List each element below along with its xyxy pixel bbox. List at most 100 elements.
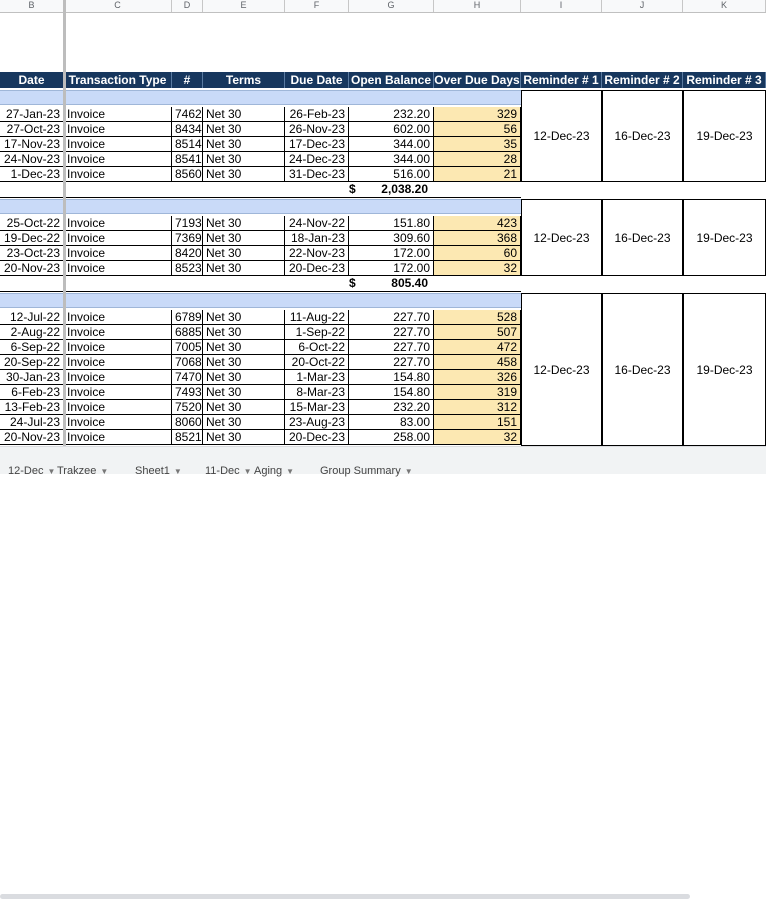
sheet-tab[interactable]: 11-Dec ▼ [205,465,252,477]
table-cell[interactable]: 344.00 [349,152,434,167]
table-cell[interactable]: 227.70 [349,340,434,355]
table-cell[interactable]: 32 [434,430,521,445]
table-cell[interactable]: 258.00 [349,430,434,445]
table-cell[interactable]: 20-Dec-23 [285,430,349,445]
table-cell[interactable]: 7005 [172,340,203,355]
table-cell[interactable]: 24-Dec-23 [285,152,349,167]
table-cell[interactable]: 7462 [172,107,203,122]
table-cell[interactable]: 227.70 [349,325,434,340]
table-cell[interactable]: 23-Oct-23 [0,246,64,261]
table-cell[interactable]: 20-Oct-22 [285,355,349,370]
table-cell[interactable]: Net 30 [203,385,285,400]
table-cell[interactable]: Invoice [64,231,172,246]
table-cell[interactable]: 1-Sep-22 [285,325,349,340]
table-cell[interactable]: 232.20 [349,107,434,122]
table-cell[interactable]: 7068 [172,355,203,370]
table-cell[interactable]: Net 30 [203,167,285,182]
table-cell[interactable]: Invoice [64,107,172,122]
table-cell[interactable]: 20-Sep-22 [0,355,64,370]
table-cell[interactable]: 60 [434,246,521,261]
column-letter[interactable]: C [64,0,172,12]
table-cell[interactable]: 20-Dec-23 [285,261,349,276]
table-cell[interactable]: Net 30 [203,152,285,167]
table-cell[interactable]: Invoice [64,370,172,385]
column-letter[interactable]: D [172,0,203,12]
table-cell[interactable]: 28 [434,152,521,167]
table-cell[interactable]: 11-Aug-22 [285,310,349,325]
table-cell[interactable]: 151.80 [349,216,434,231]
column-letter[interactable]: E [203,0,285,12]
table-cell[interactable]: 32 [434,261,521,276]
table-cell[interactable]: Net 30 [203,400,285,415]
table-cell[interactable]: 319 [434,385,521,400]
table-cell[interactable]: 458 [434,355,521,370]
table-cell[interactable]: Net 30 [203,370,285,385]
table-cell[interactable]: 368 [434,231,521,246]
column-header[interactable]: Reminder # 2 [602,72,683,88]
table-cell[interactable]: 7193 [172,216,203,231]
reminder-date-cell[interactable]: 16-Dec-23 [602,293,683,446]
table-cell[interactable]: 26-Feb-23 [285,107,349,122]
table-cell[interactable]: 24-Nov-23 [0,152,64,167]
table-cell[interactable]: 8521 [172,430,203,445]
table-cell[interactable]: 602.00 [349,122,434,137]
table-cell[interactable]: 154.80 [349,370,434,385]
table-cell[interactable]: Invoice [64,261,172,276]
table-cell[interactable]: 326 [434,370,521,385]
column-header[interactable]: Date [0,72,64,88]
column-header[interactable]: Transaction Type [64,72,172,88]
table-cell[interactable]: 7493 [172,385,203,400]
column-letter[interactable]: F [285,0,349,12]
table-cell[interactable]: Invoice [64,122,172,137]
horizontal-scrollbar[interactable] [0,894,690,899]
table-cell[interactable]: 2-Aug-22 [0,325,64,340]
table-cell[interactable]: 27-Oct-23 [0,122,64,137]
table-cell[interactable]: 227.70 [349,310,434,325]
table-cell[interactable]: 8560 [172,167,203,182]
sheet-tab[interactable]: Trakzee ▼ [57,465,108,477]
table-cell[interactable]: 172.00 [349,246,434,261]
table-cell[interactable]: Invoice [64,167,172,182]
table-cell[interactable]: Invoice [64,355,172,370]
column-header[interactable]: Reminder # 1 [521,72,602,88]
group-total-amount[interactable]: 2,038.20 [349,182,432,197]
table-cell[interactable]: 12-Jul-22 [0,310,64,325]
table-cell[interactable]: Net 30 [203,340,285,355]
table-cell[interactable]: 13-Feb-23 [0,400,64,415]
sheet-tab[interactable]: Aging ▼ [254,465,294,477]
reminder-date-cell[interactable]: 12-Dec-23 [521,90,602,182]
table-cell[interactable]: Invoice [64,246,172,261]
reminder-date-cell[interactable]: 16-Dec-23 [602,199,683,276]
table-cell[interactable]: 24-Jul-23 [0,415,64,430]
table-cell[interactable]: 83.00 [349,415,434,430]
sheet-tab[interactable]: Sheet1 ▼ [135,465,182,477]
table-cell[interactable]: 507 [434,325,521,340]
table-cell[interactable]: 56 [434,122,521,137]
table-cell[interactable]: 22-Nov-23 [285,246,349,261]
table-cell[interactable]: 19-Dec-22 [0,231,64,246]
column-header[interactable]: Due Date [285,72,349,88]
table-cell[interactable]: 24-Nov-22 [285,216,349,231]
column-header[interactable]: Open Balance [349,72,434,88]
table-cell[interactable]: 6789 [172,310,203,325]
table-cell[interactable]: 20-Nov-23 [0,261,64,276]
table-cell[interactable]: Invoice [64,340,172,355]
table-cell[interactable]: Net 30 [203,415,285,430]
table-cell[interactable]: 35 [434,137,521,152]
column-letter[interactable]: H [434,0,521,12]
table-cell[interactable]: 309.60 [349,231,434,246]
table-cell[interactable]: Net 30 [203,261,285,276]
table-cell[interactable]: 528 [434,310,521,325]
column-letter[interactable]: G [349,0,434,12]
column-header[interactable]: Terms [203,72,285,88]
table-cell[interactable]: 1-Mar-23 [285,370,349,385]
reminder-date-cell[interactable]: 12-Dec-23 [521,293,602,446]
column-header[interactable]: Over Due Days [434,72,521,88]
sheet-tab[interactable]: Group Summary ▼ [320,465,413,477]
table-cell[interactable]: 8514 [172,137,203,152]
table-cell[interactable]: 6-Sep-22 [0,340,64,355]
table-cell[interactable]: Invoice [64,137,172,152]
table-cell[interactable]: Net 30 [203,122,285,137]
table-cell[interactable]: Net 30 [203,355,285,370]
table-cell[interactable]: Net 30 [203,246,285,261]
